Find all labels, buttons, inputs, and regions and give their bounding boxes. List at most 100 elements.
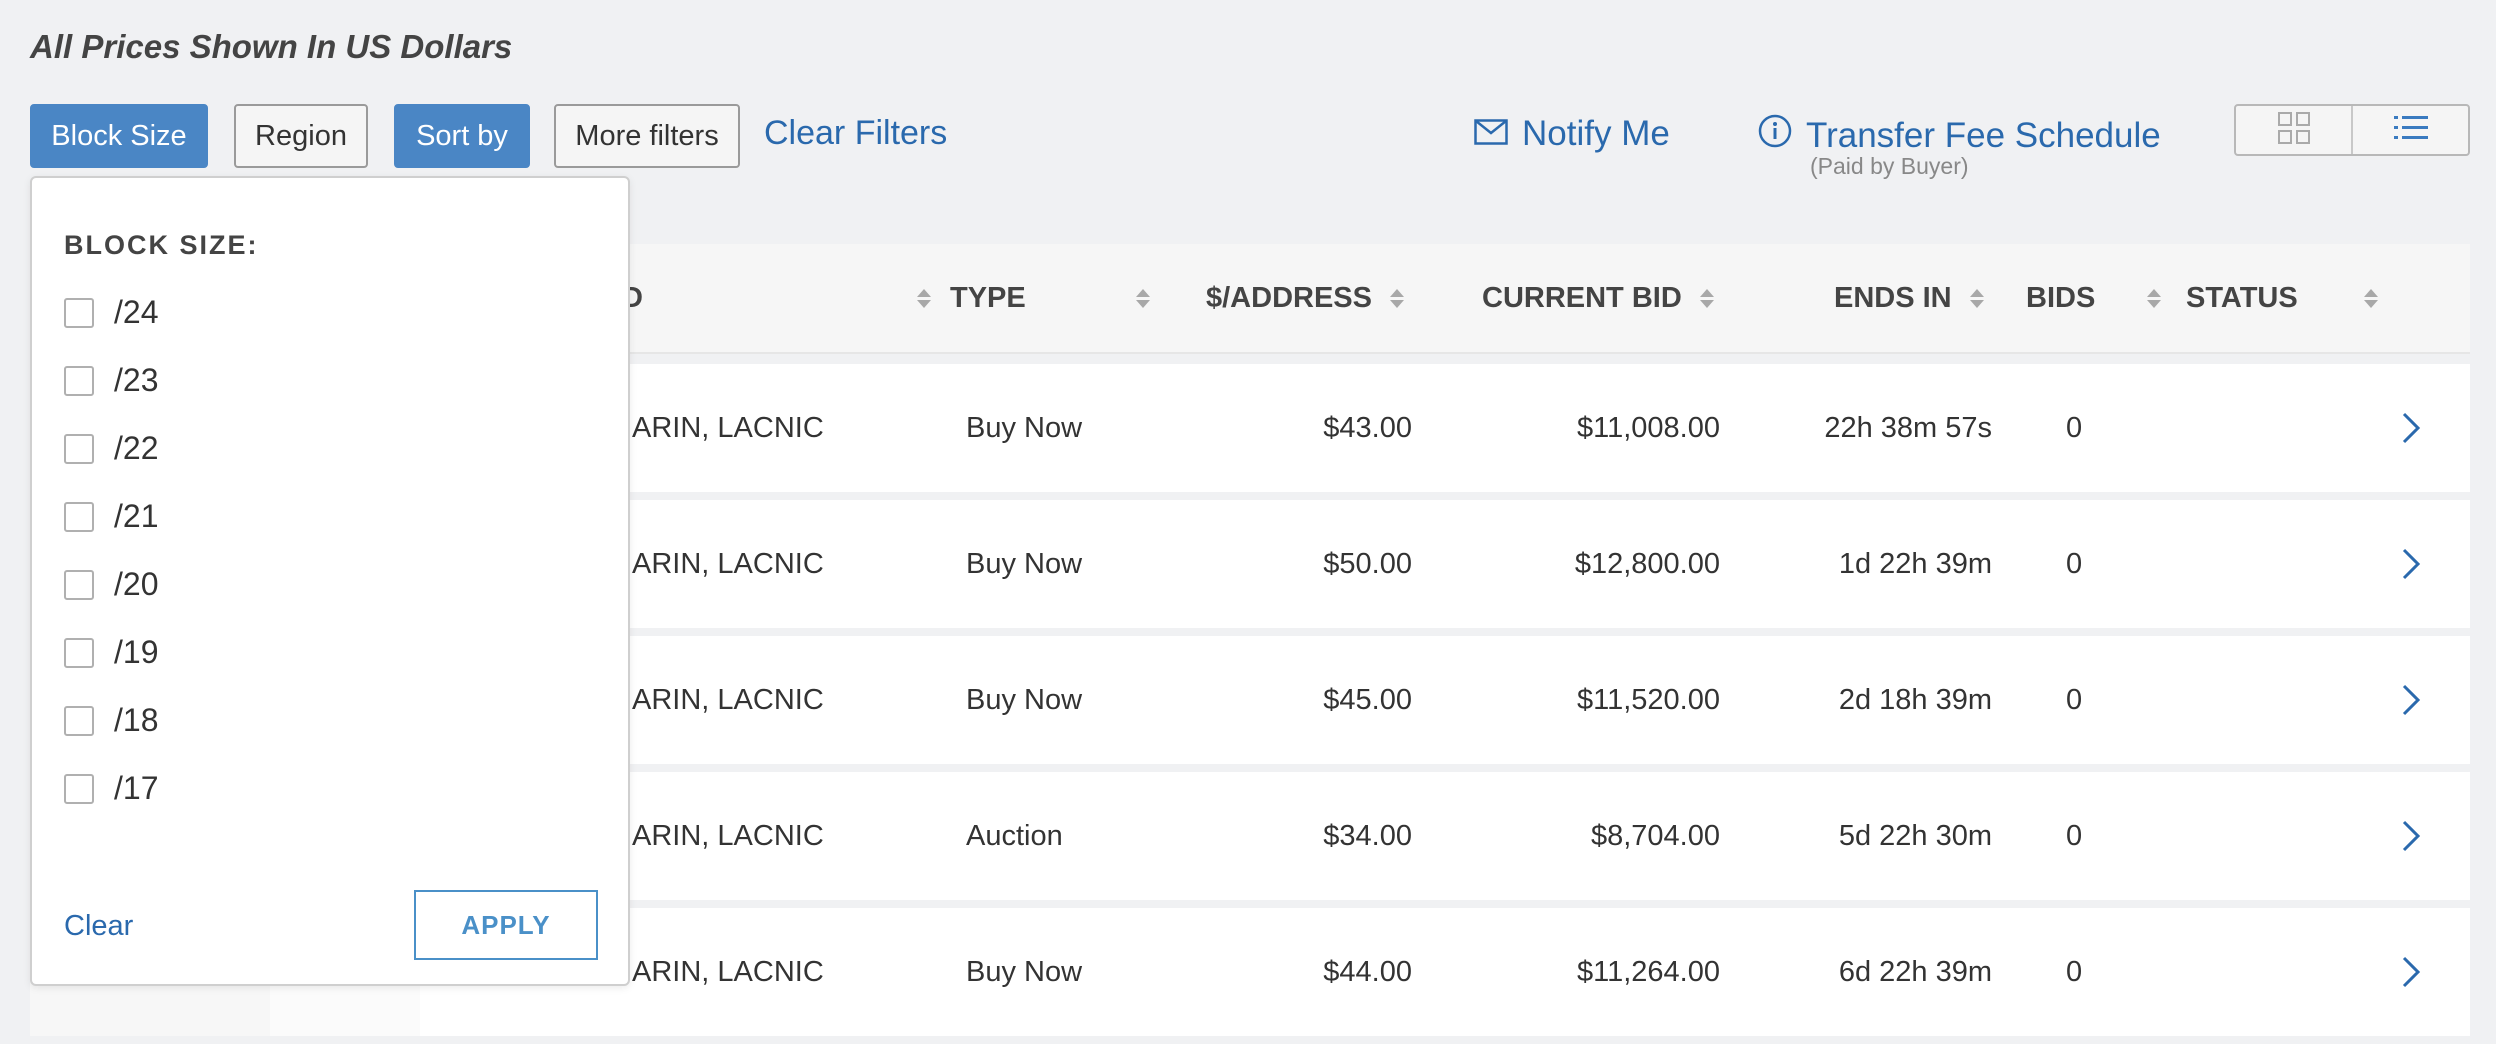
option-checkbox-18[interactable]: /18 (64, 702, 158, 739)
registry-cell: ARIN, LACNIC (632, 819, 824, 852)
column-header-current-bid-label: CURRENT BID (1482, 282, 1682, 314)
sort-arrows-icon (916, 289, 931, 308)
registry-cell: ARIN, LACNIC (632, 411, 824, 444)
option-checkbox-21[interactable]: /21 (64, 498, 158, 535)
column-header-type[interactable]: TYPE (950, 282, 1150, 315)
registry-cell: ARIN, LACNIC (632, 547, 824, 580)
column-header-registry[interactable]: D (622, 282, 931, 315)
ends-in-cell: 22h 38m 57s (1824, 411, 1992, 444)
per-address-cell: $43.00 (1323, 411, 1412, 444)
list-view-button[interactable] (2351, 106, 2468, 154)
column-header-ends-in[interactable]: ENDS IN (1834, 282, 1984, 315)
option-label: /19 (114, 634, 159, 670)
chevron-right-icon[interactable] (2400, 636, 2424, 764)
checkbox[interactable] (64, 501, 94, 532)
option-checkbox-19[interactable]: /19 (64, 634, 158, 671)
column-header-per-address-label: $/ADDRESS (1206, 282, 1372, 314)
bids-cell: 0 (2066, 547, 2083, 580)
bids-cell: 0 (2066, 819, 2083, 852)
column-header-per-address[interactable]: $/ADDRESS (1206, 282, 1404, 315)
ends-in-cell: 6d 22h 39m (1838, 955, 1992, 988)
column-header-ends-in-label: ENDS IN (1834, 282, 1952, 314)
type-cell: Buy Now (966, 411, 1083, 444)
option-label: /23 (114, 362, 159, 398)
current-bid-cell: $8,704.00 (1590, 819, 1720, 852)
currency-notice: All Prices Shown In US Dollars (30, 28, 513, 65)
more-filters-button[interactable]: More filters (554, 104, 740, 168)
region-filter-button[interactable]: Region (234, 104, 368, 168)
grid-icon (2277, 111, 2311, 150)
block-size-dropdown: BLOCK SIZE: /24 /23 /22 /21 /20 /19 /18 … (30, 176, 630, 986)
checkbox[interactable] (64, 705, 94, 736)
sort-arrows-icon (2147, 289, 2162, 308)
type-cell: Buy Now (966, 547, 1083, 580)
option-label: /17 (114, 770, 159, 806)
info-icon (1758, 114, 1792, 157)
notify-me-label: Notify Me (1522, 114, 1670, 153)
per-address-cell: $45.00 (1323, 683, 1412, 716)
option-label: /20 (114, 566, 159, 602)
type-cell: Auction (966, 819, 1063, 852)
option-checkbox-17[interactable]: /17 (64, 770, 158, 807)
bids-cell: 0 (2066, 411, 2083, 444)
chevron-right-icon[interactable] (2400, 772, 2424, 900)
option-checkbox-23[interactable]: /23 (64, 362, 158, 399)
checkbox[interactable] (64, 773, 94, 804)
sort-by-button[interactable]: Sort by (394, 104, 530, 168)
chevron-right-icon[interactable] (2400, 908, 2424, 1036)
column-header-current-bid[interactable]: CURRENT BID (1482, 282, 1714, 315)
sort-arrows-icon (1969, 289, 1984, 308)
ends-in-cell: 1d 22h 39m (1838, 547, 1992, 580)
bids-cell: 0 (2066, 955, 2083, 988)
current-bid-cell: $11,520.00 (1577, 683, 1720, 716)
sort-arrows-icon (1390, 289, 1404, 308)
checkbox[interactable] (64, 297, 94, 328)
per-address-cell: $44.00 (1323, 955, 1412, 988)
ends-in-cell: 2d 18h 39m (1838, 683, 1992, 716)
transfer-fee-link[interactable]: Transfer Fee Schedule (1758, 114, 2161, 157)
clear-filters-link[interactable]: Clear Filters (764, 114, 947, 153)
column-header-status-label: STATUS (2186, 282, 2298, 314)
column-header-bids[interactable]: BIDS (2026, 282, 2162, 315)
option-label: /24 (114, 294, 159, 330)
type-cell: Buy Now (966, 955, 1083, 988)
column-header-type-label: TYPE (950, 282, 1026, 314)
registry-cell: ARIN, LACNIC (632, 955, 824, 988)
option-checkbox-22[interactable]: /22 (64, 430, 158, 467)
transfer-fee-label: Transfer Fee Schedule (1806, 115, 2161, 155)
option-label: /18 (114, 702, 159, 738)
current-bid-cell: $11,264.00 (1577, 955, 1720, 988)
option-checkbox-24[interactable]: /24 (64, 294, 158, 331)
chevron-right-icon[interactable] (2400, 500, 2424, 628)
chevron-right-icon[interactable] (2400, 364, 2424, 492)
per-address-cell: $50.00 (1323, 547, 1412, 580)
checkbox[interactable] (64, 433, 94, 464)
dropdown-title: BLOCK SIZE: (64, 230, 259, 260)
dropdown-clear-link[interactable]: Clear (64, 910, 133, 943)
type-cell: Buy Now (966, 683, 1083, 716)
view-toggle (2234, 104, 2470, 156)
current-bid-cell: $11,008.00 (1577, 411, 1720, 444)
sort-arrows-icon (1699, 289, 1714, 308)
option-label: /22 (114, 430, 159, 466)
column-header-status[interactable]: STATUS (2186, 282, 2378, 315)
checkbox[interactable] (64, 637, 94, 668)
option-checkbox-20[interactable]: /20 (64, 566, 158, 603)
ends-in-cell: 5d 22h 30m (1838, 819, 1992, 852)
block-size-filter-button[interactable]: Block Size (30, 104, 208, 168)
current-bid-cell: $12,800.00 (1574, 547, 1720, 580)
checkbox[interactable] (64, 365, 94, 396)
envelope-icon (1474, 114, 1508, 154)
per-address-cell: $34.00 (1323, 819, 1412, 852)
option-label: /21 (114, 498, 159, 534)
registry-cell: ARIN, LACNIC (632, 683, 824, 716)
apply-button[interactable]: APPLY (414, 890, 598, 960)
column-header-bids-label: BIDS (2026, 282, 2096, 314)
notify-me-link[interactable]: Notify Me (1474, 114, 1670, 154)
checkbox[interactable] (64, 569, 94, 600)
list-icon (2393, 114, 2429, 147)
bids-cell: 0 (2066, 683, 2083, 716)
grid-view-button[interactable] (2236, 106, 2351, 154)
transfer-fee-subtext: (Paid by Buyer) (1810, 153, 1969, 179)
sort-arrows-icon (1135, 289, 1150, 308)
